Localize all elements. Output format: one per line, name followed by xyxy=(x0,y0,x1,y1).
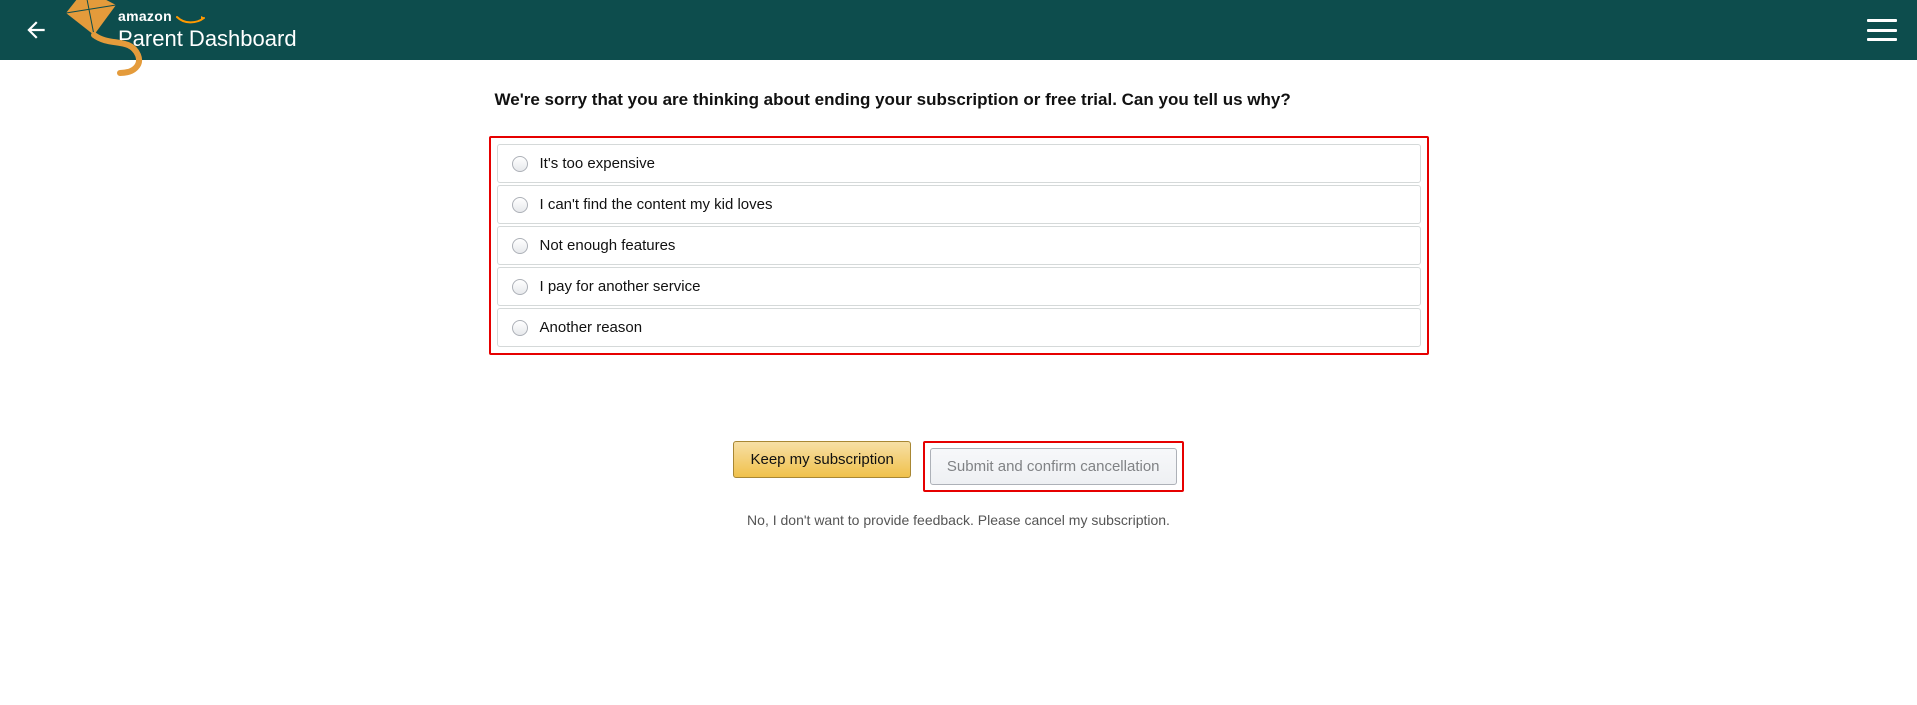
reason-label: Another reason xyxy=(540,319,643,336)
reason-label: It's too expensive xyxy=(540,155,655,172)
submit-cancel-button[interactable]: Submit and confirm cancellation xyxy=(930,448,1177,485)
action-buttons: Keep my subscription Submit and confirm … xyxy=(489,441,1429,492)
back-button[interactable] xyxy=(20,14,52,46)
hamburger-icon xyxy=(1867,19,1897,22)
radio-icon xyxy=(512,156,528,172)
radio-icon xyxy=(512,279,528,295)
reason-option-other[interactable]: Another reason xyxy=(497,308,1421,347)
brand-logo[interactable]: amazon Parent Dashboard xyxy=(62,9,297,51)
main-content: We're sorry that you are thinking about … xyxy=(479,60,1439,528)
arrow-left-icon xyxy=(23,17,49,43)
skip-feedback-link[interactable]: No, I don't want to provide feedback. Pl… xyxy=(489,512,1429,528)
app-header: amazon Parent Dashboard xyxy=(0,0,1917,60)
submit-highlight-box: Submit and confirm cancellation xyxy=(923,441,1184,492)
reason-option-another-service[interactable]: I pay for another service xyxy=(497,267,1421,306)
reason-label: I pay for another service xyxy=(540,278,701,295)
reason-option-too-expensive[interactable]: It's too expensive xyxy=(497,144,1421,183)
reason-options-group: It's too expensive I can't find the cont… xyxy=(489,136,1429,355)
reason-option-content[interactable]: I can't find the content my kid loves xyxy=(497,185,1421,224)
radio-icon xyxy=(512,320,528,336)
reason-label: Not enough features xyxy=(540,237,676,254)
cancellation-prompt: We're sorry that you are thinking about … xyxy=(495,90,1429,110)
brand-small: amazon xyxy=(118,9,172,24)
keep-subscription-button[interactable]: Keep my subscription xyxy=(733,441,910,478)
radio-icon xyxy=(512,238,528,254)
brand-text: amazon Parent Dashboard xyxy=(118,9,297,51)
amazon-smile-icon xyxy=(176,15,206,25)
radio-icon xyxy=(512,197,528,213)
brand-title: Parent Dashboard xyxy=(118,27,297,51)
reason-option-features[interactable]: Not enough features xyxy=(497,226,1421,265)
reason-label: I can't find the content my kid loves xyxy=(540,196,773,213)
menu-button[interactable] xyxy=(1867,19,1897,41)
